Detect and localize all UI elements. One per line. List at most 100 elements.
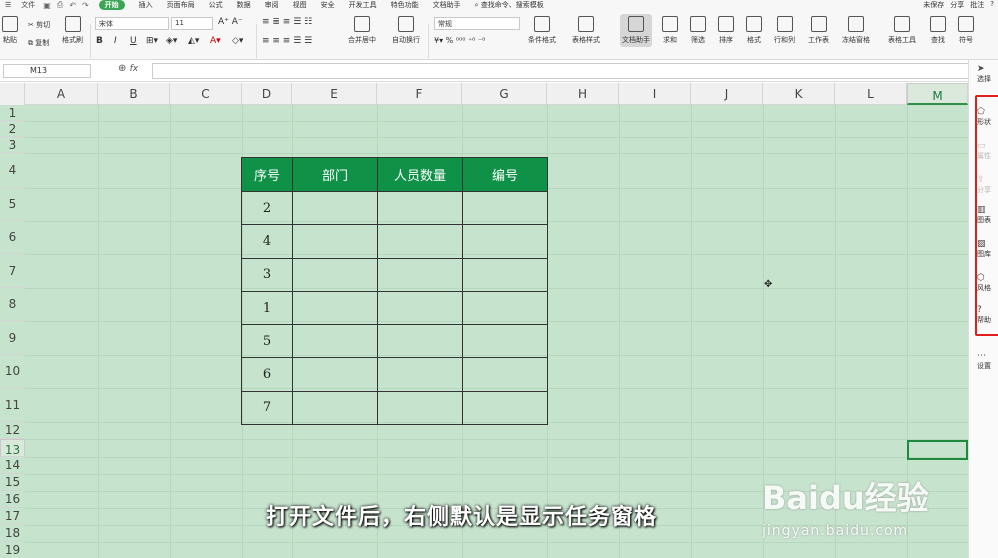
pane-item-settings[interactable]: ⋯ 设置: [977, 351, 991, 371]
table-cell[interactable]: [462, 324, 548, 359]
wrap-text-button[interactable]: 自动换行: [392, 16, 420, 45]
symbol-button[interactable]: 符号: [958, 16, 974, 45]
row-header[interactable]: 16: [0, 491, 25, 508]
table-cell[interactable]: [292, 290, 378, 326]
fill-color-icon[interactable]: ◈▾: [166, 36, 177, 46]
redo-icon[interactable]: ↷: [82, 1, 89, 10]
column-header-selected[interactable]: M: [907, 83, 968, 105]
table-header-cell[interactable]: 人员数量: [377, 157, 463, 192]
italic-button[interactable]: I: [114, 36, 117, 46]
column-header[interactable]: C: [170, 83, 242, 105]
column-header[interactable]: D: [242, 83, 292, 105]
row-header[interactable]: 2: [0, 121, 25, 137]
tab-page-layout[interactable]: 页面布局: [167, 0, 195, 10]
spreadsheet-grid[interactable]: A B C D E F G H I J K L M 1 2 3 4 5 6 7 …: [0, 83, 968, 558]
tab-features[interactable]: 特色功能: [391, 0, 419, 10]
table-cell[interactable]: 2: [241, 190, 293, 226]
save-icon[interactable]: ▣: [43, 1, 51, 10]
zoom-icon[interactable]: ⊕: [118, 63, 126, 74]
column-header[interactable]: E: [292, 83, 377, 105]
freeze-button[interactable]: 冻结窗格: [842, 16, 870, 45]
table-style-button[interactable]: 表格样式: [572, 16, 600, 45]
filter-button[interactable]: 筛选: [690, 16, 706, 45]
table-cell[interactable]: [377, 357, 463, 392]
table-cell[interactable]: [377, 224, 463, 259]
sum-button[interactable]: 求和: [662, 16, 678, 45]
find-button[interactable]: 查找: [930, 16, 946, 45]
row-header[interactable]: 17: [0, 508, 25, 525]
doc-helper-button[interactable]: 文档助手: [620, 14, 652, 47]
column-header[interactable]: A: [25, 83, 98, 105]
name-box[interactable]: M13: [3, 64, 91, 78]
row-header[interactable]: 8: [0, 288, 25, 321]
row-header[interactable]: 5: [0, 188, 25, 221]
table-cell[interactable]: [292, 390, 378, 426]
tab-developer[interactable]: 开发工具: [349, 0, 377, 10]
cut-button[interactable]: ✂ 剪切: [28, 20, 50, 30]
table-cell[interactable]: [292, 190, 378, 226]
active-cell-m13[interactable]: [907, 440, 968, 460]
table-cell[interactable]: [462, 257, 548, 292]
table-cell[interactable]: 4: [241, 224, 293, 259]
hamburger-icon[interactable]: ☰: [5, 1, 11, 9]
row-header[interactable]: 11: [0, 388, 25, 422]
row-header-selected[interactable]: 13: [0, 439, 25, 457]
column-header[interactable]: I: [619, 83, 691, 105]
select-all-corner[interactable]: [0, 83, 25, 105]
conditional-format-button[interactable]: 条件格式: [528, 16, 556, 45]
font-size-select[interactable]: 11: [171, 17, 213, 30]
table-cell[interactable]: [292, 224, 378, 259]
table-cell[interactable]: 5: [241, 324, 293, 359]
clear-icon[interactable]: ◇▾: [232, 36, 243, 46]
row-header[interactable]: 18: [0, 525, 25, 542]
unsaved-status[interactable]: 未保存: [923, 0, 944, 10]
font-color-icon[interactable]: A▾: [210, 36, 221, 46]
file-menu[interactable]: 文件: [21, 0, 35, 10]
help-icon[interactable]: ?: [990, 0, 994, 10]
row-header[interactable]: 4: [0, 153, 25, 188]
share-button[interactable]: 分享: [950, 0, 964, 10]
table-cell[interactable]: [462, 190, 548, 226]
row-header[interactable]: 12: [0, 422, 25, 439]
align-top-icon[interactable]: ≡ ≣ ≡ ☰ ☷: [262, 17, 312, 27]
column-header[interactable]: F: [377, 83, 462, 105]
sort-button[interactable]: 排序: [718, 16, 734, 45]
search-command[interactable]: ⌕ 查找命令、搜索模板: [475, 0, 544, 10]
format-painter-button[interactable]: 格式刷: [62, 16, 83, 45]
table-cell[interactable]: 3: [241, 257, 293, 292]
table-cell[interactable]: [462, 357, 548, 392]
formula-input[interactable]: [152, 63, 976, 79]
tab-security[interactable]: 安全: [321, 0, 335, 10]
column-header[interactable]: K: [763, 83, 835, 105]
fx-icon[interactable]: fx: [130, 64, 139, 74]
copy-button[interactable]: ⧉ 复制: [28, 38, 49, 48]
table-cell[interactable]: [292, 357, 378, 392]
table-cell[interactable]: [462, 290, 548, 326]
row-header[interactable]: 3: [0, 137, 25, 153]
table-header-cell[interactable]: 序号: [241, 157, 293, 192]
border-icon[interactable]: ⊞▾: [146, 36, 158, 46]
column-header[interactable]: H: [547, 83, 619, 105]
underline-button[interactable]: U: [130, 36, 137, 46]
format-button[interactable]: 格式: [746, 16, 762, 45]
row-header[interactable]: 15: [0, 474, 25, 491]
tab-review[interactable]: 审阅: [265, 0, 279, 10]
row-header[interactable]: 19: [0, 542, 25, 558]
currency-icon[interactable]: ¥▾ % ⁰⁰⁰ ⁺⁰ ⁻⁰: [434, 36, 485, 45]
tab-home[interactable]: 开始: [98, 0, 125, 10]
table-cell[interactable]: [292, 324, 378, 359]
table-cell[interactable]: [462, 390, 548, 426]
tab-insert[interactable]: 插入: [139, 0, 153, 10]
table-cell[interactable]: [377, 257, 463, 292]
highlight-icon[interactable]: ◭▾: [188, 36, 199, 46]
row-header[interactable]: 9: [0, 321, 25, 355]
table-cell[interactable]: [462, 224, 548, 259]
column-header[interactable]: B: [98, 83, 170, 105]
tab-view[interactable]: 视图: [293, 0, 307, 10]
table-cell[interactable]: 6: [241, 357, 293, 392]
table-header-cell[interactable]: 部门: [292, 157, 378, 192]
tab-doc-helper[interactable]: 文档助手: [433, 0, 461, 10]
row-header[interactable]: 6: [0, 221, 25, 254]
table-cell[interactable]: [377, 290, 463, 326]
bold-button[interactable]: B: [96, 36, 103, 46]
